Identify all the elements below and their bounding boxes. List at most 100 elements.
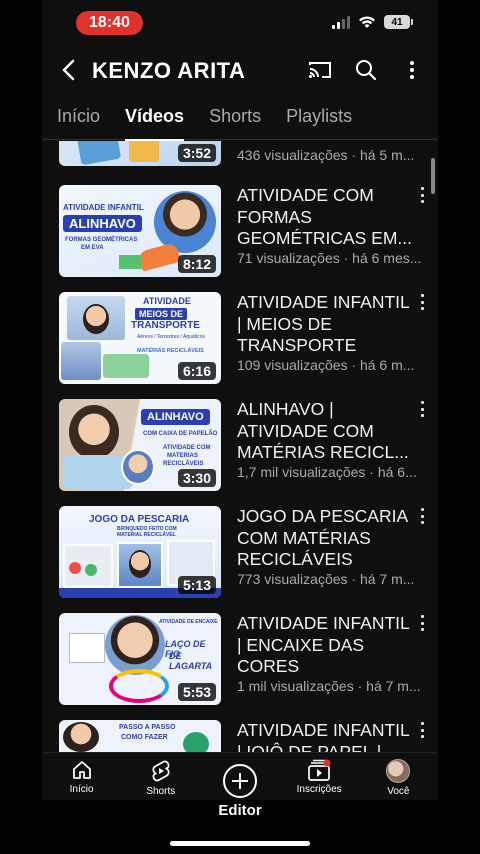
video-duration: 3:30 xyxy=(177,469,216,487)
video-item[interactable]: ATIVIDADE INFANTIL ALINHAVO FORMAS GEOMÉ… xyxy=(42,185,438,285)
video-duration: 6:16 xyxy=(177,362,216,380)
video-list: 3:52 436 visualizações · há 5 m... ATIVI… xyxy=(42,141,438,752)
video-duration: 3:52 xyxy=(177,144,216,162)
tab-inicio[interactable]: Início xyxy=(57,98,100,140)
video-menu-button[interactable] xyxy=(417,401,427,417)
channel-tabs: Início Vídeos Shorts Playlists xyxy=(42,98,438,141)
thumb-text: COM CAIXA DE PAPELÃO xyxy=(143,431,218,437)
signal-icon xyxy=(332,15,350,29)
subscriptions-icon xyxy=(308,759,331,781)
thumb-text: Aéreos / Terrestres / Aquáticos xyxy=(137,334,205,340)
video-title[interactable]: JOGO DA PESCARIA COM MATÉRIAS RECICLÁVEI… xyxy=(237,506,417,571)
nav-label: Shorts xyxy=(146,786,176,797)
phone-screen: 18:40 41 KENZO ARITA Início Vídeos Short… xyxy=(42,0,438,854)
video-thumbnail[interactable]: ATIVIDADE INFANTIL ALINHAVO FORMAS GEOMÉ… xyxy=(59,185,221,277)
video-thumbnail[interactable]: ALINHAVO COM CAIXA DE PAPELÃO ATIVIDADE … xyxy=(59,399,221,491)
video-item[interactable]: 3:52 436 visualizações · há 5 m... xyxy=(42,141,438,174)
status-icons: 41 xyxy=(332,15,413,29)
video-meta: 71 visualizações · há 6 mes... xyxy=(237,250,422,266)
nav-you[interactable]: Você xyxy=(363,753,433,800)
status-bar: 18:40 41 xyxy=(42,0,438,44)
editor-bar: Editor xyxy=(42,800,438,854)
thumb-text: COMO FAZER xyxy=(121,734,168,741)
thumb-text: PASSO A PASSO xyxy=(119,724,176,731)
nav-home[interactable]: Início xyxy=(47,753,117,800)
home-indicator[interactable] xyxy=(170,841,310,846)
thumb-text: ATIVIDADE DE ENCAIXE xyxy=(159,619,218,625)
video-menu-button[interactable] xyxy=(417,294,427,310)
wifi-icon xyxy=(359,16,375,28)
video-item[interactable]: PASSO A PASSO COMO FAZER ATIVIDADE INFAN… xyxy=(42,720,438,752)
nav-label: Inscrições xyxy=(296,784,342,795)
video-title[interactable]: ATIVIDADE INFANTIL | ENCAIXE DAS CORES xyxy=(237,613,417,678)
video-meta: 1 mil visualizações · há 7 m... xyxy=(237,678,421,694)
more-options-button[interactable] xyxy=(400,56,424,84)
shorts-icon xyxy=(152,760,170,782)
nav-create[interactable] xyxy=(205,753,275,800)
video-menu-button[interactable] xyxy=(417,187,427,203)
thumb-text: MEIOS DE xyxy=(135,308,188,320)
thumb-text: TRANSPORTE xyxy=(131,320,200,331)
header-actions xyxy=(308,56,424,84)
video-menu-button[interactable] xyxy=(417,508,427,524)
thumb-text: ATIVIDADE xyxy=(143,296,191,306)
video-title[interactable]: ATIVIDADE INFANTIL | IOIÔ DE PAPEL | xyxy=(237,720,417,752)
video-thumbnail[interactable]: 3:52 xyxy=(59,141,221,166)
channel-title: KENZO ARITA xyxy=(92,58,246,83)
thumb-text: JOGO DA PESCARIA xyxy=(89,514,190,525)
more-vert-icon xyxy=(410,61,414,79)
video-meta: 1,7 mil visualizações · há 6... xyxy=(237,464,417,480)
video-menu-button[interactable] xyxy=(417,722,427,738)
scrollbar[interactable] xyxy=(431,158,435,194)
tab-shorts[interactable]: Shorts xyxy=(209,98,261,140)
nav-label: Início xyxy=(69,784,94,795)
battery-icon: 41 xyxy=(384,15,413,29)
bottom-nav: Início Shorts Inscrições Você xyxy=(42,752,438,800)
cast-button[interactable] xyxy=(308,56,332,84)
thumb-text: EM EVA xyxy=(81,245,104,251)
back-button[interactable] xyxy=(56,56,80,84)
video-meta: 436 visualizações · há 5 m... xyxy=(237,147,415,163)
editor-label: Editor xyxy=(218,802,262,819)
channel-header: KENZO ARITA xyxy=(42,50,438,90)
video-duration: 8:12 xyxy=(177,255,216,273)
thumb-text: ATIVIDADE COM xyxy=(163,445,211,451)
thumb-text: ATIVIDADE INFANTIL xyxy=(63,203,144,212)
thumb-text: RECICLÁVEIS xyxy=(163,461,204,467)
thumb-text: ALINHAVO xyxy=(141,409,210,425)
tab-videos[interactable]: Vídeos xyxy=(125,98,185,141)
thumb-text: MATERIAS xyxy=(167,453,198,459)
nav-subscriptions[interactable]: Inscrições xyxy=(284,753,354,800)
search-button[interactable] xyxy=(354,56,378,84)
thumb-text: ALINHAVO xyxy=(63,215,142,232)
video-duration: 5:53 xyxy=(177,683,216,701)
video-meta: 109 visualizações · há 6 m... xyxy=(237,357,415,373)
video-item[interactable]: ATIVIDADE DE ENCAIXE LAÇO DE FIO DE LAGA… xyxy=(42,613,438,713)
nav-label: Você xyxy=(387,786,410,797)
thumb-text: MATERIAL RECICLÁVEL xyxy=(117,532,176,538)
video-title[interactable]: ATIVIDADE INFANTIL | MEIOS DE TRANSPORTE xyxy=(237,292,417,357)
video-thumbnail[interactable]: PASSO A PASSO COMO FAZER xyxy=(59,720,221,752)
video-title[interactable]: ALINHAVO | ATIVIDADE COM MATÉRIAS RECICL… xyxy=(237,399,417,464)
home-icon xyxy=(72,761,91,779)
thumb-text: DE LAGARTA xyxy=(169,651,213,671)
video-duration: 5:13 xyxy=(177,576,216,594)
nav-shorts[interactable]: Shorts xyxy=(126,753,196,800)
thumb-text: FORMAS GEOMÉTRICAS xyxy=(65,237,138,243)
video-title[interactable]: ATIVIDADE COM FORMAS GEOMÉTRICAS EM... xyxy=(237,185,417,250)
video-thumbnail[interactable]: ATIVIDADE DE ENCAIXE LAÇO DE FIO DE LAGA… xyxy=(59,613,221,705)
search-icon xyxy=(356,60,377,81)
video-item[interactable]: JOGO DA PESCARIA BRINQUEDO FEITO COM MAT… xyxy=(42,506,438,606)
video-item[interactable]: ATIVIDADE MEIOS DE TRANSPORTE Aéreos / T… xyxy=(42,292,438,392)
status-time: 18:40 xyxy=(76,11,143,35)
video-thumbnail[interactable]: JOGO DA PESCARIA BRINQUEDO FEITO COM MAT… xyxy=(59,506,221,598)
video-thumbnail[interactable]: ATIVIDADE MEIOS DE TRANSPORTE Aéreos / T… xyxy=(59,292,221,384)
video-menu-button[interactable] xyxy=(417,615,427,631)
video-item[interactable]: ALINHAVO COM CAIXA DE PAPELÃO ATIVIDADE … xyxy=(42,399,438,499)
create-icon xyxy=(222,764,257,798)
avatar xyxy=(386,759,411,783)
tab-playlists[interactable]: Playlists xyxy=(286,98,352,140)
thumb-text: MATÉRIAS RECICLÁVEIS xyxy=(137,348,204,354)
video-meta: 773 visualizações · há 7 m... xyxy=(237,571,415,587)
chevron-left-icon xyxy=(62,59,75,81)
